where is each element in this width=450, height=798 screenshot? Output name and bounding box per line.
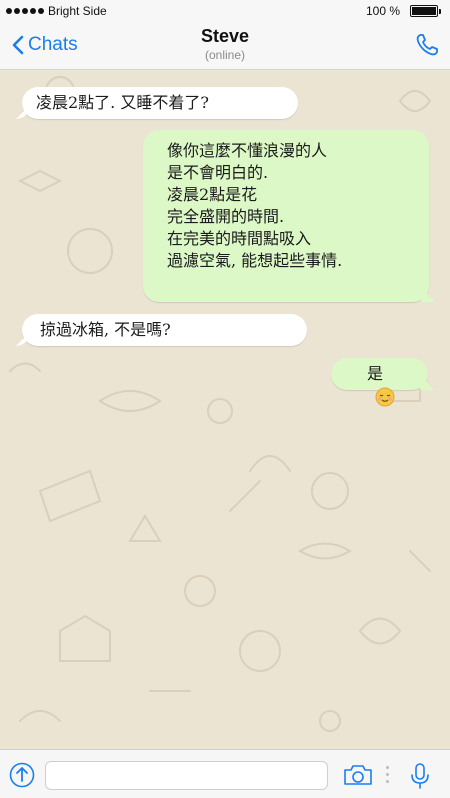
call-button[interactable] [414, 32, 440, 63]
carrier-name: Bright Side [48, 4, 107, 18]
microphone-button[interactable] [410, 762, 430, 795]
divider-dots [386, 766, 389, 787]
contact-status: (online) [204, 48, 246, 62]
relieved-face-icon [375, 387, 395, 406]
chat-area[interactable]: 凌晨2點了. 又睡不着了? 像你這麼不懂浪漫的人 是不會明白的. 凌晨2點是花 … [0, 71, 450, 749]
message-line: 過濾空氣, 能想起些事情. [167, 251, 343, 270]
message-line: 凌晨2點是花 [167, 185, 258, 204]
message-incoming[interactable]: 掠過冰箱, 不是嗎? [22, 314, 307, 346]
phone-icon [416, 34, 438, 56]
input-bar [0, 749, 450, 798]
message-text: 是 [367, 364, 384, 383]
message-line: 完全盛開的時間. [167, 207, 285, 226]
contact-name: Steve [200, 26, 250, 46]
share-button[interactable] [9, 762, 35, 793]
message-line: 像你這麼不懂浪漫的人 [167, 141, 328, 160]
camera-icon [344, 765, 372, 785]
nav-bar: Chats Steve (online) [0, 22, 450, 70]
message-input[interactable] [45, 761, 328, 790]
camera-button[interactable] [343, 764, 373, 791]
message-line: 在完美的時間點吸入 [167, 229, 312, 248]
status-bar: Bright Side 100 % [0, 0, 450, 22]
message-text: 凌晨2點了. 又睡不着了? [36, 93, 209, 112]
microphone-icon [411, 763, 429, 789]
signal-strength-icon [6, 8, 44, 14]
upload-icon [9, 762, 35, 788]
battery-percent: 100 % [365, 4, 400, 18]
message-outgoing[interactable]: 像你這麼不懂浪漫的人 是不會明白的. 凌晨2點是花 完全盛開的時間. 在完美的時… [143, 130, 429, 302]
battery-icon [410, 5, 441, 17]
message-text: 掠過冰箱, 不是嗎? [40, 320, 171, 339]
message-line: 是不會明白的. [167, 163, 269, 182]
message-incoming[interactable]: 凌晨2點了. 又睡不着了? [22, 87, 298, 119]
contact-header[interactable]: Steve (online) [0, 26, 450, 62]
message-outgoing[interactable]: 是 [331, 358, 428, 406]
